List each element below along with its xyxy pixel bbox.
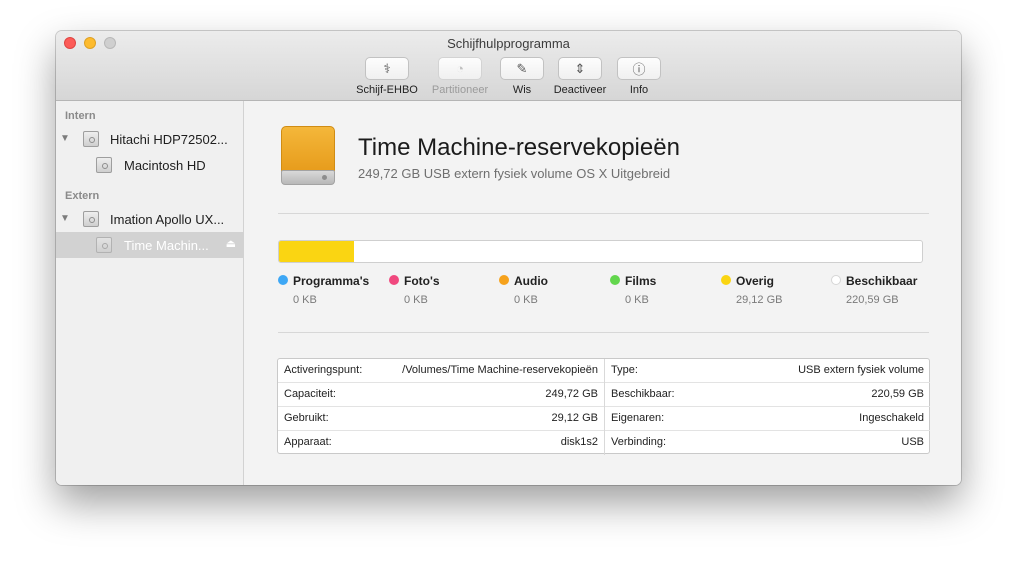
info-key: Capaciteit:: [284, 388, 336, 400]
info-value: 220,59 GB: [871, 388, 924, 400]
legend-name: Films: [625, 274, 657, 288]
divider: [278, 332, 929, 333]
info-row: Beschikbaar: 220,59 GB: [605, 383, 930, 407]
info-value: 29,12 GB: [551, 412, 598, 424]
first-aid-button[interactable]: ⚕ Schijf-EHBO: [352, 57, 422, 96]
volume-detail-pane: Time Machine-reservekopieën 249,72 GB US…: [245, 101, 961, 485]
sidebar-disk-hitachi[interactable]: Hitachi HDP72502...: [110, 132, 228, 147]
usage-bar: [278, 240, 923, 263]
titlebar: Schijfhulpprogramma ⚕ Schijf-EHBO ◔ Part…: [56, 31, 961, 101]
legend-name: Programma's: [293, 274, 370, 288]
legend-value: 0 KB: [404, 294, 428, 306]
info-value: 249,72 GB: [545, 388, 598, 400]
pie-chart-icon: ◔: [456, 61, 464, 76]
external-volume-icon: [96, 237, 112, 253]
legend-value: 0 KB: [293, 294, 317, 306]
sidebar: Intern ▼ Hitachi HDP72502... Macintosh H…: [56, 101, 244, 485]
stethoscope-icon: ⚕: [383, 60, 391, 76]
volume-info-table: Activeringspunt: /Volumes/Time Machine-r…: [277, 358, 930, 455]
info-row: Apparaat: disk1s2: [278, 431, 604, 455]
legend-dot: [610, 275, 620, 285]
disclosure-triangle-icon[interactable]: ▼: [60, 133, 70, 144]
sidebar-section-intern: Intern: [65, 110, 96, 122]
legend-dot: [831, 275, 841, 285]
usage-fill-overig: [279, 241, 354, 262]
partition-label: Partitioneer: [431, 84, 489, 96]
info-row: Eigenaren: Ingeschakeld: [605, 407, 930, 431]
sidebar-disk-imation[interactable]: Imation Apollo UX...: [110, 212, 224, 227]
volume-description: 249,72 GB USB extern fysiek volume OS X …: [358, 166, 671, 181]
pencil-erase-icon: ✎: [516, 60, 528, 76]
info-row: Capaciteit: 249,72 GB: [278, 383, 604, 407]
info-value: /Volumes/Time Machine-reservekopieën: [402, 364, 598, 376]
info-key: Gebruikt:: [284, 412, 329, 424]
info-key: Verbinding:: [611, 436, 667, 448]
info-button[interactable]: ⓘ Info: [604, 57, 674, 96]
info-row: Verbinding: USB: [605, 431, 930, 455]
legend-value: 220,59 GB: [846, 294, 899, 306]
volume-disk-icon: [96, 157, 112, 173]
info-value: disk1s2: [560, 436, 598, 448]
legend-name: Audio: [514, 274, 548, 288]
window-title: Schijfhulpprogramma: [447, 36, 570, 51]
sidebar-section-extern: Extern: [65, 190, 100, 202]
sidebar-volume-time-machine[interactable]: Time Machin... ⏏: [56, 232, 244, 258]
info-value: USB: [901, 436, 924, 448]
info-column-right: Type: USB extern fysiek volume Beschikba…: [604, 359, 930, 455]
unmount-arrows-icon: ⇕: [574, 60, 586, 76]
sidebar-volume-label: Time Machin...: [124, 238, 209, 253]
info-key: Beschikbaar:: [611, 388, 675, 400]
hard-disk-icon: [83, 131, 99, 147]
legend-value: 0 KB: [625, 294, 649, 306]
info-label: Info: [629, 84, 649, 96]
disclosure-triangle-icon[interactable]: ▼: [60, 213, 70, 224]
legend-name: Beschikbaar: [846, 274, 918, 288]
legend-dot: [278, 275, 288, 285]
info-icon: ⓘ: [632, 62, 646, 77]
eject-icon[interactable]: ⏏: [226, 237, 236, 250]
disk-utility-window: Schijfhulpprogramma ⚕ Schijf-EHBO ◔ Part…: [56, 31, 961, 485]
legend-value: 29,12 GB: [736, 294, 783, 306]
legend-name: Overig: [736, 274, 775, 288]
legend-dot: [499, 275, 509, 285]
legend-value: 0 KB: [514, 294, 538, 306]
info-value: Ingeschakeld: [859, 412, 924, 424]
info-row: Gebruikt: 29,12 GB: [278, 407, 604, 431]
sidebar-volume-macintosh-hd[interactable]: Macintosh HD: [124, 158, 206, 173]
info-column-left: Activeringspunt: /Volumes/Time Machine-r…: [278, 359, 604, 455]
legend-dot: [389, 275, 399, 285]
legend-name: Foto's: [404, 274, 440, 288]
info-row: Activeringspunt: /Volumes/Time Machine-r…: [278, 359, 604, 383]
first-aid-label: Schijf-EHBO: [356, 84, 418, 96]
info-key: Activeringspunt:: [284, 364, 363, 376]
info-value: USB extern fysiek volume: [798, 364, 924, 376]
info-key: Type:: [611, 364, 638, 376]
info-key: Apparaat:: [284, 436, 332, 448]
legend-dot: [721, 275, 731, 285]
volume-name: Time Machine-reservekopieën: [358, 134, 680, 161]
info-row: Type: USB extern fysiek volume: [605, 359, 930, 383]
partition-button[interactable]: ◔ Partitioneer: [425, 57, 495, 96]
divider: [278, 213, 929, 214]
external-disk-icon: [83, 211, 99, 227]
info-key: Eigenaren:: [611, 412, 665, 424]
external-drive-icon: [281, 126, 335, 185]
